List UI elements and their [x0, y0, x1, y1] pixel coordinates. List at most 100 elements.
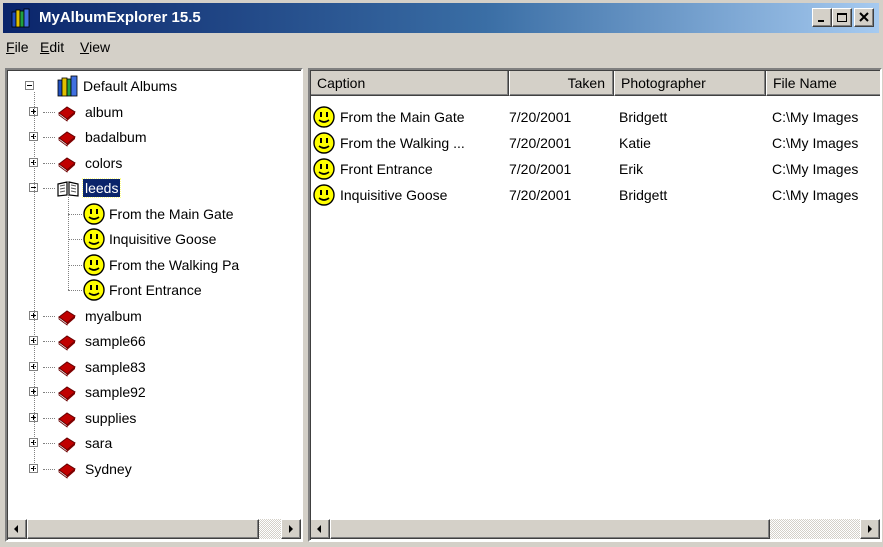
scroll-left-button[interactable] — [310, 519, 330, 539]
tree-connector-line — [68, 239, 82, 240]
list-item[interactable]: From the Walking ... 7/20/2001 Katie C:\My … — [310, 130, 880, 156]
closed-book-icon — [58, 462, 76, 479]
cell-taken: 7/20/2001 — [509, 187, 572, 203]
tree-picture-label[interactable]: From the Walking Pa — [107, 256, 241, 274]
column-header-file-name[interactable]: File Name — [766, 70, 880, 96]
cell-taken: 7/20/2001 — [509, 161, 572, 177]
scroll-right-button[interactable] — [281, 519, 301, 539]
closed-book-icon — [58, 309, 76, 326]
smiley-icon — [313, 106, 335, 128]
arrow-right-icon — [868, 525, 872, 533]
tree-horizontal-scrollbar[interactable] — [7, 519, 301, 539]
smiley-icon — [83, 228, 105, 250]
tree-connector-line — [43, 315, 55, 317]
tree-item-label[interactable]: leeds — [81, 178, 122, 198]
tree-picture-label[interactable]: Inquisitive Goose — [107, 230, 218, 248]
tree-connector-line — [43, 162, 55, 164]
cell-taken: 7/20/2001 — [509, 109, 572, 125]
closed-book-icon — [58, 105, 76, 122]
cell-photographer: Katie — [619, 135, 651, 151]
cell-caption: From the Main Gate — [340, 109, 465, 125]
menu-file[interactable]: File — [6, 39, 29, 55]
cell-photographer: Bridgett — [619, 187, 668, 203]
smiley-icon — [83, 202, 105, 225]
column-header-photographer[interactable]: Photographer — [614, 70, 766, 96]
cell-file: C:\My Images — [772, 161, 859, 177]
picture-list-pane[interactable]: Caption Taken Photographer File Name Fro… — [308, 68, 882, 542]
tree-connector-line — [43, 392, 55, 393]
menu-bar: File Edit View — [3, 34, 879, 60]
cell-taken: 7/20/2001 — [509, 135, 572, 151]
tree-item-label[interactable]: Sydney — [83, 460, 134, 478]
album-tree[interactable]: Default Albums album badalbum colors leeds Fr… — [7, 70, 301, 511]
cell-file: C:\My Images — [772, 187, 859, 203]
tree-item-label[interactable]: colors — [83, 154, 124, 172]
scroll-left-button[interactable] — [7, 519, 27, 539]
closed-book-icon — [58, 386, 76, 402]
tree-connector-line — [43, 111, 55, 113]
tree-picture-label[interactable]: Front Entrance — [107, 281, 204, 299]
tree-connector-line — [43, 137, 55, 138]
cell-caption: Front Entrance — [340, 161, 433, 177]
tree-connector-line — [43, 188, 55, 189]
closed-book-icon — [58, 156, 76, 173]
smiley-icon — [313, 132, 335, 154]
window-title: MyAlbumExplorer 15.5 — [39, 9, 201, 26]
cell-caption: From the Walking ... — [340, 135, 465, 151]
tree-connector-line — [68, 290, 82, 291]
list-item[interactable]: Inquisitive Goose 7/20/2001 Bridgett C:\My … — [310, 182, 880, 208]
column-header-caption[interactable]: Caption — [310, 70, 509, 96]
tree-item-label[interactable]: badalbum — [83, 128, 149, 146]
tree-item-label[interactable]: sara — [83, 434, 114, 452]
close-icon — [859, 12, 869, 22]
menu-edit[interactable]: Edit — [40, 39, 64, 55]
tree-connector-line — [43, 341, 55, 342]
smiley-icon — [313, 158, 335, 180]
closed-book-icon — [58, 335, 76, 351]
tree-connector-line — [68, 194, 69, 290]
closed-book-icon — [58, 437, 76, 453]
album-library-icon — [57, 75, 78, 97]
cell-file: C:\My Images — [772, 135, 859, 151]
cell-file: C:\My Images — [772, 109, 859, 125]
column-header-taken[interactable]: Taken — [509, 70, 614, 96]
maximize-button[interactable] — [832, 8, 852, 27]
tree-connector-line — [43, 417, 55, 419]
list-horizontal-scrollbar[interactable] — [310, 519, 880, 539]
arrow-left-icon — [14, 525, 18, 533]
tree-item-label[interactable]: sample83 — [83, 358, 148, 376]
main-window: MyAlbumExplorer 15.5 File Edit View Defa… — [0, 0, 883, 547]
tree-item-label[interactable]: sample66 — [83, 332, 148, 350]
tree-connector-line — [43, 443, 55, 444]
smiley-icon — [83, 253, 105, 276]
tree-item-label[interactable]: myalbum — [83, 307, 144, 325]
scroll-thumb[interactable] — [27, 519, 259, 539]
tree-connector-line — [68, 213, 82, 215]
scroll-thumb[interactable] — [330, 519, 770, 539]
minimize-button[interactable] — [812, 8, 832, 27]
close-button[interactable] — [854, 8, 874, 27]
tree-root-label[interactable]: Default Albums — [81, 77, 179, 95]
title-bar[interactable]: MyAlbumExplorer 15.5 — [3, 3, 879, 33]
scroll-right-button[interactable] — [860, 519, 880, 539]
closed-book-icon — [58, 131, 76, 147]
tree-connector-line — [34, 92, 35, 469]
cell-photographer: Bridgett — [619, 109, 668, 125]
collapse-root-toggle[interactable] — [25, 81, 34, 90]
album-tree-pane[interactable]: Default Albums album badalbum colors leeds Fr… — [5, 68, 303, 542]
closed-book-icon — [58, 360, 76, 377]
tree-picture-label[interactable]: From the Main Gate — [107, 205, 236, 223]
arrow-right-icon — [289, 525, 293, 533]
tree-connector-line — [43, 366, 55, 368]
tree-connector-line — [43, 468, 55, 470]
list-item[interactable]: From the Main Gate 7/20/2001 Bridgett C:\My… — [310, 104, 880, 130]
tree-item-label[interactable]: album — [83, 103, 125, 121]
cell-caption: Inquisitive Goose — [340, 187, 448, 203]
tree-item-label[interactable]: supplies — [83, 409, 138, 427]
list-item[interactable]: Front Entrance 7/20/2001 Erik C:\My Images — [310, 156, 880, 182]
tree-item-label[interactable]: sample92 — [83, 383, 148, 401]
smiley-icon — [83, 279, 105, 301]
menu-view[interactable]: View — [80, 39, 110, 55]
maximize-icon — [837, 13, 847, 22]
list-header: Caption Taken Photographer File Name — [310, 70, 880, 96]
